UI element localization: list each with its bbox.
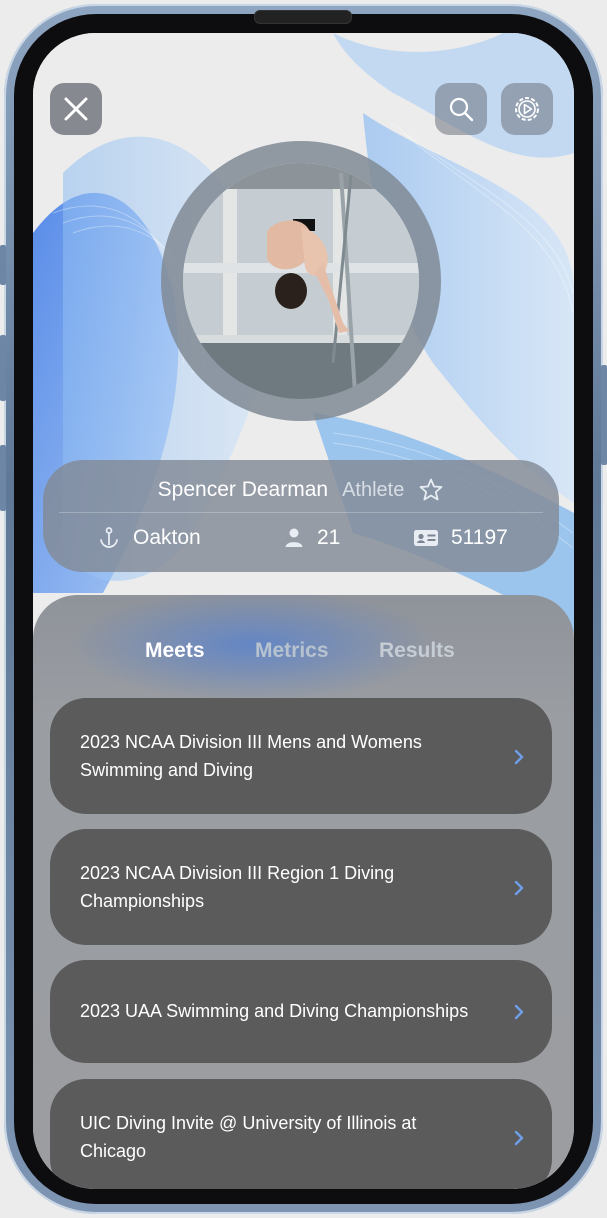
stat-team: Oakton (97, 526, 201, 550)
meets-panel: Meets Metrics Results 2023 NCAA Division… (33, 595, 574, 1189)
athlete-photo (183, 163, 419, 399)
meet-title-line: UIC Diving Invite @ University of Illino… (80, 1113, 417, 1133)
card-divider (59, 512, 543, 513)
settings-button[interactable] (501, 83, 553, 135)
avatar[interactable] (183, 163, 419, 399)
stat-age: 21 (283, 526, 340, 550)
dynamic-island (254, 10, 352, 24)
meet-title-line: 2023 UAA Swimming and Diving Championshi… (80, 1001, 469, 1021)
stat-id-value: 51197 (451, 526, 508, 549)
search-button[interactable] (435, 83, 487, 135)
search-icon (449, 97, 474, 122)
meet-list-item[interactable]: UIC Diving Invite @ University of Illino… (50, 1079, 552, 1189)
tab-bar: Meets Metrics Results (33, 639, 574, 669)
meet-title-line: Championships (80, 891, 205, 911)
tab-metrics[interactable]: Metrics (255, 639, 329, 663)
stat-age-value: 21 (317, 526, 341, 549)
athlete-role: Athlete (342, 478, 405, 501)
profile-stats-row: Oakton 21 51197 (43, 526, 559, 556)
profile-info-card: Spencer Dearman Athlete Oakton 21 51197 (43, 460, 559, 572)
meet-title-line: 2023 NCAA Division III Region 1 Diving (80, 863, 395, 883)
avatar-ring (161, 141, 441, 421)
meet-title: 2023 NCAA Division III Mens and Womens S… (80, 728, 502, 784)
chevron-right-icon (514, 749, 524, 765)
chevron-right-icon (514, 880, 524, 896)
stat-team-value: Oakton (133, 526, 201, 549)
stat-id: 51197 (413, 526, 508, 550)
app-screen: Spencer Dearman Athlete Oakton 21 51197 … (33, 33, 574, 1189)
id-card-icon (414, 530, 438, 546)
close-icon (64, 97, 88, 121)
profile-name-row: Spencer Dearman Athlete (43, 476, 559, 504)
side-button (0, 335, 6, 401)
athlete-name: Spencer Dearman (157, 478, 329, 501)
meet-title: UIC Diving Invite @ University of Illino… (80, 1109, 502, 1165)
side-button (601, 365, 607, 465)
meet-title-line: Swimming and Diving (80, 760, 254, 780)
side-button (0, 245, 6, 285)
close-button[interactable] (50, 83, 102, 135)
meet-list-item[interactable]: 2023 NCAA Division III Mens and Womens S… (50, 698, 552, 814)
meet-list-item[interactable]: 2023 NCAA Division III Region 1 Diving C… (50, 829, 552, 945)
settings-icon (515, 97, 539, 121)
meet-title-line: Chicago (80, 1141, 147, 1161)
side-button (0, 445, 6, 511)
anchor-icon (100, 527, 118, 548)
chevron-right-icon (514, 1004, 524, 1020)
meet-title: 2023 NCAA Division III Region 1 Diving C… (80, 859, 502, 915)
tab-results[interactable]: Results (379, 639, 455, 663)
chevron-right-icon (514, 1130, 524, 1146)
meet-title: 2023 UAA Swimming and Diving Championshi… (80, 997, 508, 1025)
meet-title-line: 2023 NCAA Division III Mens and Womens (80, 732, 422, 752)
person-icon (285, 528, 303, 547)
tab-meets[interactable]: Meets (145, 639, 205, 663)
meet-list-item[interactable]: 2023 UAA Swimming and Diving Championshi… (50, 960, 552, 1063)
star-outline-icon[interactable] (418, 477, 444, 503)
